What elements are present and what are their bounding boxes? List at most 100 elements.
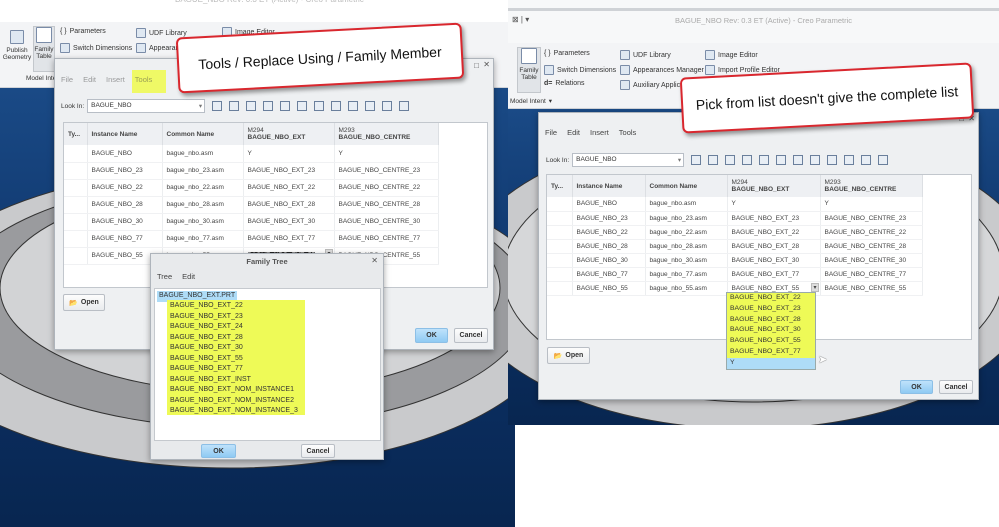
table-cell[interactable]: bague_nbo.asm: [162, 145, 244, 163]
cancel-button[interactable]: Cancel: [939, 380, 973, 394]
column-header[interactable]: Instance Name: [87, 123, 163, 145]
column-header[interactable]: M293 BAGUE_NBO_CENTRE: [334, 123, 439, 145]
dropdown-item[interactable]: BAGUE_NBO_EXT_23: [727, 304, 815, 315]
menu-edit[interactable]: Edit: [567, 128, 580, 137]
table-row[interactable]: BAGUE_NBO_28 bague_nbo_28.asm BAGUE_NBO_EX…: [547, 239, 923, 254]
tree-item[interactable]: BAGUE_NBO_EXT_23: [167, 312, 305, 323]
table-cell[interactable]: [547, 267, 573, 282]
show-icon[interactable]: [348, 101, 359, 111]
table-cell[interactable]: BAGUE_NBO_EXT_30: [243, 213, 335, 231]
table-row[interactable]: BAGUE_NBO_23 bague_nbo_23.asm BAGUE_NBO_EX…: [547, 211, 923, 226]
table-cell[interactable]: [547, 281, 573, 296]
column-header[interactable]: M294 BAGUE_NBO_EXT: [727, 175, 821, 197]
ok-button[interactable]: OK: [900, 380, 933, 394]
table-cell[interactable]: BAGUE_NBO: [572, 197, 646, 212]
table-cell[interactable]: BAGUE_NBO_CENTRE_22: [334, 179, 439, 197]
maximize-button[interactable]: □: [474, 61, 479, 70]
appearances-button[interactable]: Appearan: [136, 43, 179, 53]
dropdown-item-y[interactable]: Y: [727, 357, 815, 369]
table-cell[interactable]: bague_nbo_22.asm: [162, 179, 244, 197]
table-icon[interactable]: [399, 101, 410, 111]
table-row[interactable]: BAGUE_NBO_22 bague_nbo_22.asm BAGUE_NBO_EX…: [64, 179, 439, 197]
tree-item[interactable]: BAGUE_NBO_EXT_NOM_INSTANCE1: [167, 385, 305, 396]
dropdown-item[interactable]: BAGUE_NBO_EXT_77: [727, 347, 815, 358]
menu-insert[interactable]: Insert: [106, 75, 125, 84]
add-columns-icon[interactable]: [776, 155, 787, 165]
table-cell[interactable]: [547, 197, 573, 212]
table-cell[interactable]: bague_nbo_28.asm: [162, 196, 244, 214]
table-cell[interactable]: [547, 211, 573, 226]
menu-file[interactable]: File: [61, 75, 73, 84]
table-cell[interactable]: BAGUE_NBO_EXT_30: [727, 253, 821, 268]
column-header[interactable]: Ty...: [64, 123, 88, 145]
menu-edit[interactable]: Edit: [83, 75, 96, 84]
table-cell[interactable]: [64, 179, 88, 197]
model-intent-group[interactable]: Model Intent ▾: [510, 97, 552, 106]
switch-dimensions-button[interactable]: Switch Dimensions: [60, 43, 132, 53]
table-cell[interactable]: BAGUE_NBO_77: [87, 230, 163, 248]
table-cell[interactable]: BAGUE_NBO_CENTRE_22: [820, 225, 923, 240]
dropdown-item[interactable]: BAGUE_NBO_EXT_55: [727, 336, 815, 347]
table-cell[interactable]: [64, 145, 88, 163]
tree-item[interactable]: BAGUE_NBO_EXT_28: [167, 333, 305, 344]
table-cell[interactable]: bague_nbo_77.asm: [645, 267, 728, 282]
table-cell[interactable]: BAGUE_NBO_EXT_23: [243, 162, 335, 180]
look-in-select[interactable]: BAGUE_NBO: [572, 153, 685, 167]
table-cell[interactable]: bague_nbo_55.asm: [645, 281, 728, 296]
table-row[interactable]: BAGUE_NBO_23 bague_nbo_23.asm BAGUE_NBO_EX…: [64, 162, 439, 180]
table-row[interactable]: BAGUE_NBO_22 bague_nbo_22.asm BAGUE_NBO_EX…: [547, 225, 923, 240]
table-cell[interactable]: [547, 253, 573, 268]
value-dropdown-list[interactable]: BAGUE_NBO_EXT_22 BAGUE_NBO_EXT_23 BAGUE_NB…: [726, 292, 816, 370]
sort-icon[interactable]: [280, 101, 291, 111]
table-cell[interactable]: Y: [820, 197, 923, 212]
model-intent-group[interactable]: Model Inte: [26, 75, 56, 82]
column-header[interactable]: Common Name: [162, 123, 244, 145]
table-cell[interactable]: BAGUE_NBO_55: [572, 281, 646, 296]
add-instance-icon[interactable]: [314, 101, 325, 111]
tree-item[interactable]: BAGUE_NBO_EXT_77: [167, 364, 305, 375]
menu-insert[interactable]: Insert: [590, 128, 609, 137]
appearances-manager-button[interactable]: Appearances Manager: [620, 65, 704, 75]
table-cell[interactable]: BAGUE_NBO_CENTRE_55: [820, 281, 923, 296]
tree-item[interactable]: BAGUE_NBO_EXT_NOM_INSTANCE_3: [167, 406, 305, 417]
tree-item[interactable]: BAGUE_NBO_EXT_55: [167, 354, 305, 365]
tree-item[interactable]: BAGUE_NBO_EXT_22: [167, 301, 305, 312]
table-cell[interactable]: BAGUE_NBO_30: [572, 253, 646, 268]
find-icon[interactable]: [810, 155, 821, 165]
column-header[interactable]: Instance Name: [572, 175, 646, 197]
dropdown-arrow-icon[interactable]: ▾: [811, 282, 819, 292]
table-cell[interactable]: BAGUE_NBO_EXT_23: [727, 211, 821, 226]
dropdown-item[interactable]: BAGUE_NBO_EXT_30: [727, 325, 815, 336]
table-row[interactable]: BAGUE_NBO_28 bague_nbo_28.asm BAGUE_NBO_EX…: [64, 196, 439, 214]
table-cell[interactable]: BAGUE_NBO_CENTRE_30: [334, 213, 439, 231]
lock-icon[interactable]: [844, 155, 855, 165]
table-cell[interactable]: bague_nbo_23.asm: [645, 211, 728, 226]
column-header[interactable]: M294 BAGUE_NBO_EXT: [243, 123, 335, 145]
parameters-button[interactable]: { } Parameters: [544, 50, 590, 57]
table-cell[interactable]: bague_nbo_22.asm: [645, 225, 728, 240]
cancel-button[interactable]: Cancel: [454, 328, 488, 343]
table-cell[interactable]: BAGUE_NBO_CENTRE_28: [820, 239, 923, 254]
ok-button[interactable]: OK: [201, 444, 236, 458]
up-level-icon[interactable]: [691, 155, 702, 165]
table-row[interactable]: BAGUE_NBO bague_nbo.asm Y Y: [64, 145, 439, 163]
table-icon[interactable]: [878, 155, 889, 165]
table-cell[interactable]: BAGUE_NBO_EXT_77: [727, 267, 821, 282]
switch-dimensions-button[interactable]: Switch Dimensions: [544, 65, 616, 75]
verify-icon[interactable]: [861, 155, 872, 165]
tree-item[interactable]: BAGUE_NBO_EXT_30: [167, 343, 305, 354]
table-cell[interactable]: bague_nbo.asm: [645, 197, 728, 212]
dropdown-item[interactable]: BAGUE_NBO_EXT_28: [727, 315, 815, 326]
table-cell[interactable]: BAGUE_NBO_EXT_22: [243, 179, 335, 197]
look-in-select[interactable]: BAGUE_NBO: [87, 99, 206, 113]
sort-icon[interactable]: [759, 155, 770, 165]
udf-library-button[interactable]: UDF Library: [620, 50, 671, 60]
family-table-button[interactable]: Family Table: [517, 47, 541, 93]
add-columns-icon[interactable]: [297, 101, 308, 111]
add-instance-icon[interactable]: [793, 155, 804, 165]
tree-item[interactable]: BAGUE_NBO_EXT_24: [167, 322, 305, 333]
table-row[interactable]: BAGUE_NBO_77 bague_nbo_77.asm BAGUE_NBO_EX…: [547, 267, 923, 282]
table-cell[interactable]: bague_nbo_30.asm: [162, 213, 244, 231]
menu-tools[interactable]: Tools: [619, 128, 637, 137]
copy-icon[interactable]: [725, 155, 736, 165]
